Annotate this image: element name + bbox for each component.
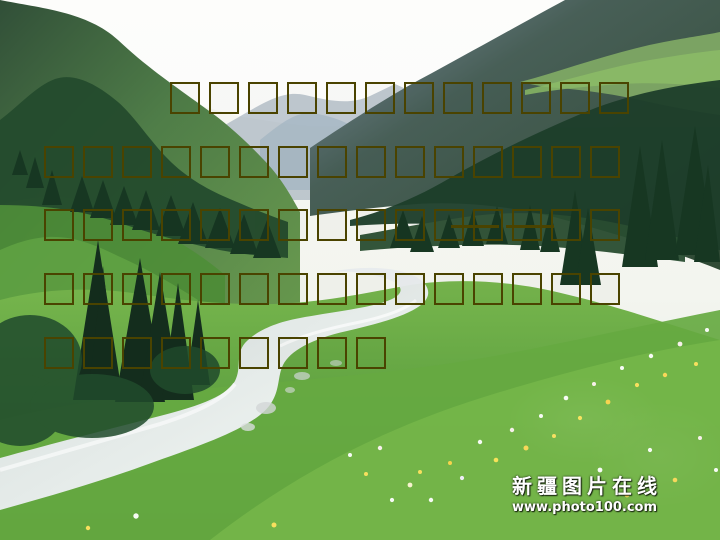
missing-glyph-box [473, 273, 503, 305]
missing-glyph-box [482, 82, 512, 114]
missing-glyph-box [83, 209, 113, 241]
missing-glyph-box [44, 273, 74, 305]
missing-glyph-box [44, 146, 74, 178]
placeholder-text-row-2 [44, 146, 620, 178]
missing-glyph-box [278, 273, 308, 305]
missing-glyph-box [395, 209, 425, 241]
watermark: 新疆图片在线 www.photo100.com [512, 475, 662, 516]
missing-glyph-box [83, 146, 113, 178]
missing-glyph-box [122, 337, 152, 369]
missing-glyph-box [521, 82, 551, 114]
missing-glyph-box [170, 82, 200, 114]
missing-glyph-box [200, 337, 230, 369]
missing-glyph-box [278, 337, 308, 369]
missing-glyph-box [473, 146, 503, 178]
watermark-title: 新疆图片在线 [512, 474, 662, 498]
placeholder-dash-2 [506, 225, 554, 228]
missing-glyph-box [317, 209, 347, 241]
missing-glyph-box [239, 209, 269, 241]
missing-glyph-box [248, 82, 278, 114]
missing-glyph-box [44, 337, 74, 369]
missing-glyph-box [122, 146, 152, 178]
missing-glyph-box [590, 209, 620, 241]
missing-glyph-box [287, 82, 317, 114]
missing-glyph-box [278, 146, 308, 178]
missing-glyph-box [365, 82, 395, 114]
missing-glyph-box [161, 209, 191, 241]
missing-glyph-box [239, 273, 269, 305]
missing-glyph-box [356, 209, 386, 241]
missing-glyph-box [599, 82, 629, 114]
missing-glyph-box [356, 337, 386, 369]
missing-glyph-box [161, 337, 191, 369]
missing-glyph-box [200, 146, 230, 178]
missing-glyph-box [326, 82, 356, 114]
missing-glyph-box [239, 337, 269, 369]
watermark-url: www.photo100.com [512, 500, 658, 515]
mountain-valley-landscape [0, 0, 720, 540]
placeholder-text-row-4 [44, 273, 620, 305]
missing-glyph-box [395, 273, 425, 305]
missing-glyph-box [590, 273, 620, 305]
missing-glyph-box [434, 146, 464, 178]
missing-glyph-box [551, 209, 581, 241]
missing-glyph-box [356, 273, 386, 305]
missing-glyph-box [317, 337, 347, 369]
missing-glyph-box [209, 82, 239, 114]
missing-glyph-box [161, 273, 191, 305]
missing-glyph-box [239, 146, 269, 178]
missing-glyph-box [317, 146, 347, 178]
missing-glyph-box [590, 146, 620, 178]
placeholder-dash-1 [451, 225, 499, 228]
missing-glyph-box [560, 82, 590, 114]
missing-glyph-box [434, 273, 464, 305]
placeholder-text-row-5 [44, 337, 386, 369]
missing-glyph-box [122, 209, 152, 241]
landscape-slide: 新疆图片在线 www.photo100.com [0, 0, 720, 540]
placeholder-text-row-1 [170, 82, 629, 114]
missing-glyph-box [44, 209, 74, 241]
missing-glyph-box [200, 209, 230, 241]
missing-glyph-box [317, 273, 347, 305]
missing-glyph-box [395, 146, 425, 178]
missing-glyph-box [356, 146, 386, 178]
missing-glyph-box [161, 146, 191, 178]
missing-glyph-box [512, 146, 542, 178]
missing-glyph-box [200, 273, 230, 305]
missing-glyph-box [443, 82, 473, 114]
missing-glyph-box [551, 273, 581, 305]
missing-glyph-box [122, 273, 152, 305]
missing-glyph-box [83, 337, 113, 369]
missing-glyph-box [83, 273, 113, 305]
missing-glyph-box [404, 82, 434, 114]
missing-glyph-box [512, 273, 542, 305]
missing-glyph-box [278, 209, 308, 241]
missing-glyph-box [551, 146, 581, 178]
